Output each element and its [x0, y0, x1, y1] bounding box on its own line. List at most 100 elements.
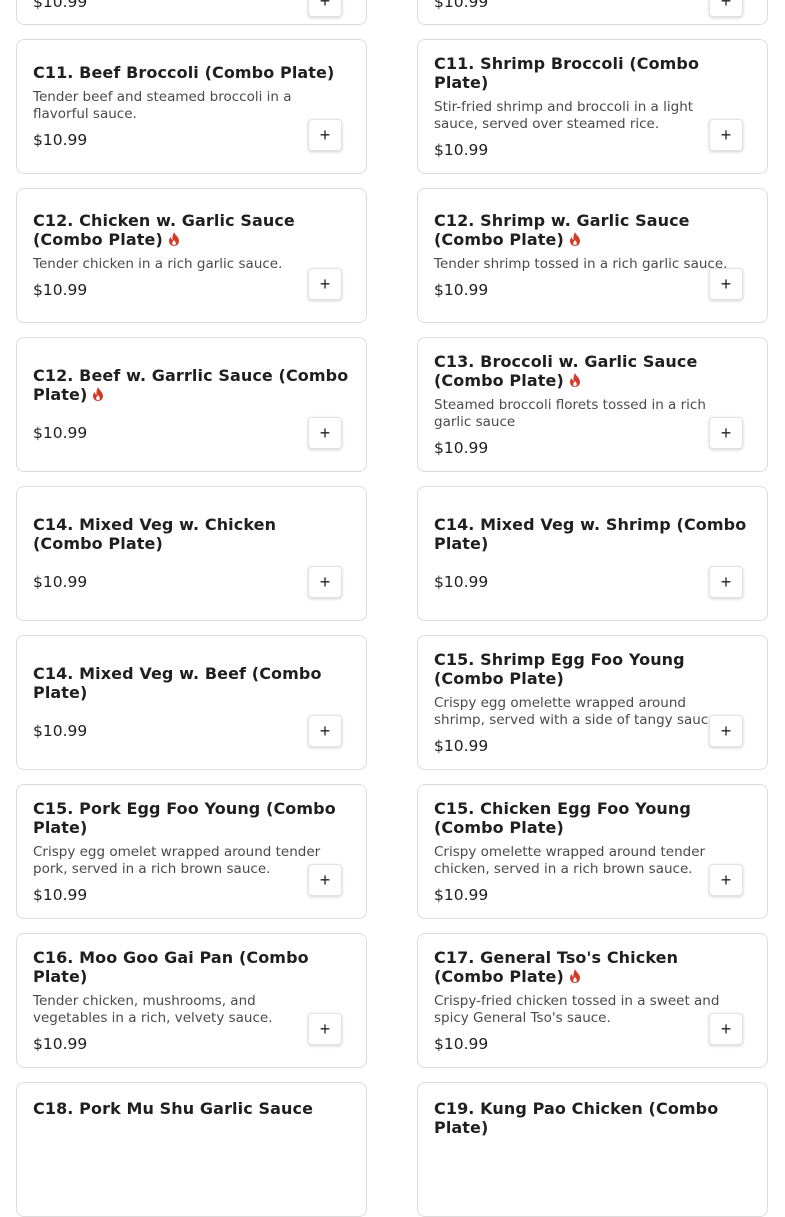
menu-item-name: C15. Chicken Egg Foo Young (Combo Plate) [434, 799, 751, 837]
menu-item-name-text: C14. Mixed Veg w. Chicken (Combo Plate) [33, 515, 277, 553]
flame-icon [569, 968, 580, 983]
menu-item-price: $10.99 [434, 736, 489, 755]
menu-item-description: Steamed broccoli florets tossed in a ric… [434, 396, 706, 430]
menu-item-card[interactable]: C14. Mixed Veg w. Beef (Combo Plate) $10.… [16, 635, 367, 770]
menu-item-name: C14. Mixed Veg w. Shrimp (Combo Plate) [434, 515, 751, 553]
menu-item-description: Tender chicken, mushrooms, and vegetable… [33, 992, 273, 1026]
menu-item-card[interactable]: C18. Pork Mu Shu Garlic Sauce [16, 1082, 367, 1217]
add-to-cart-button[interactable]: + [308, 1013, 342, 1045]
menu-item-description: Crispy-fried chicken tossed in a sweet a… [434, 992, 720, 1026]
menu-item-card[interactable]: C14. Mixed Veg w. Chicken (Combo Plate) $… [16, 486, 367, 621]
menu-item-card[interactable]: C12. Beef w. Garrlic Sauce (Combo Plate)… [16, 337, 367, 472]
menu-item-name-text: C15. Chicken Egg Foo Young (Combo Plate) [434, 798, 691, 837]
menu-item-name: C15. Pork Egg Foo Young (Combo Plate) [33, 799, 350, 837]
add-to-cart-button[interactable]: + [308, 864, 342, 896]
menu-item-content: C19. Kung Pao Chicken (Combo Plate) [434, 1083, 751, 1216]
add-to-cart-button[interactable]: + [308, 566, 342, 598]
menu-item-content: C14. Mixed Veg w. Beef (Combo Plate) $10.… [33, 636, 350, 769]
add-to-cart-button[interactable]: + [709, 715, 743, 747]
add-to-cart-button[interactable]: + [709, 1013, 743, 1045]
menu-item-price: $10.99 [434, 281, 489, 299]
add-to-cart-button[interactable]: + [709, 864, 743, 896]
menu-item-card[interactable]: C15. Shrimp Egg Foo Young (Combo Plate) C… [417, 635, 768, 770]
menu-item-name-text: C14. Mixed Veg w. Shrimp (Combo Plate) [434, 515, 747, 553]
menu-item-content: C14. Mixed Veg w. Shrimp (Combo Plate) $1… [434, 487, 751, 620]
add-to-cart-button[interactable]: + [308, 0, 342, 17]
menu-item-content: C15. Pork Egg Foo Young (Combo Plate) Cri… [33, 785, 350, 918]
menu-item-name: C11. Shrimp Broccoli (Combo Plate) [434, 54, 751, 92]
menu-item-description: Tender shrimp tossed in a rich garlic sa… [434, 256, 728, 272]
menu-item-description: Tender beef and steamed broccoli in a fl… [33, 89, 292, 122]
add-to-cart-button[interactable]: + [709, 566, 743, 598]
menu-item-name: C12. Shrimp w. Garlic Sauce (Combo Plate… [434, 211, 751, 249]
menu-item-name-text: C12. Beef w. Garrlic Sauce (Combo Plate) [33, 366, 349, 404]
menu-item-name: C17. General Tso's Chicken (Combo Plate) [434, 948, 751, 986]
menu-item-name-text: C14. Mixed Veg w. Beef (Combo Plate) [33, 664, 322, 702]
flame-icon [168, 232, 179, 246]
add-to-cart-button[interactable]: + [709, 268, 743, 300]
menu-item-card[interactable]: C12. Chicken w. Garlic Sauce (Combo Plat… [16, 188, 367, 323]
menu-item-card[interactable]: C11. Shrimp Broccoli (Combo Plate) Stir-f… [417, 39, 768, 174]
menu-item-card[interactable]: $10.99 + [16, 0, 367, 25]
menu-item-name-text: C16. Moo Goo Gai Pan (Combo Plate) [33, 947, 309, 986]
menu-item-card[interactable]: C17. General Tso's Chicken (Combo Plate)… [417, 933, 768, 1068]
menu-item-content: $10.99 [434, 0, 751, 24]
menu-item-name: C13. Broccoli w. Garlic Sauce (Combo Pla… [434, 352, 751, 390]
menu-item-name-text: C19. Kung Pao Chicken (Combo Plate) [434, 1099, 719, 1137]
menu-item-price: $10.99 [33, 722, 88, 740]
menu-item-content: C17. General Tso's Chicken (Combo Plate)… [434, 934, 751, 1067]
menu-item-content: C11. Shrimp Broccoli (Combo Plate) Stir-f… [434, 40, 751, 173]
menu-item-name-text: C15. Pork Egg Foo Young (Combo Plate) [33, 798, 336, 837]
add-to-cart-button[interactable]: + [308, 268, 342, 300]
menu-item-card[interactable]: C15. Chicken Egg Foo Young (Combo Plate)… [417, 784, 768, 919]
menu-item-content: $10.99 [33, 0, 350, 24]
menu-item-content: C12. Shrimp w. Garlic Sauce (Combo Plate… [434, 189, 751, 322]
menu-item-card[interactable]: C19. Kung Pao Chicken (Combo Plate) [417, 1082, 768, 1217]
menu-item-name-text: C15. Shrimp Egg Foo Young (Combo Plate) [434, 649, 685, 688]
add-to-cart-button[interactable]: + [709, 119, 743, 151]
menu-item-name: C16. Moo Goo Gai Pan (Combo Plate) [33, 948, 350, 986]
menu-item-name: C14. Mixed Veg w. Beef (Combo Plate) [33, 664, 350, 702]
menu-item-name-text: C13. Broccoli w. Garlic Sauce (Combo Pla… [434, 351, 698, 390]
menu-item-card[interactable]: C13. Broccoli w. Garlic Sauce (Combo Pla… [417, 337, 768, 472]
menu-item-price: $10.99 [434, 885, 489, 904]
menu-item-content: C12. Beef w. Garrlic Sauce (Combo Plate)… [33, 338, 350, 471]
menu-item-card[interactable]: C15. Pork Egg Foo Young (Combo Plate) Cri… [16, 784, 367, 919]
menu-item-card[interactable]: C11. Beef Broccoli (Combo Plate) Tender b… [16, 39, 367, 174]
menu-item-card[interactable]: C12. Shrimp w. Garlic Sauce (Combo Plate… [417, 188, 768, 323]
menu-item-content: C14. Mixed Veg w. Chicken (Combo Plate) $… [33, 487, 350, 620]
menu-item-name: C11. Beef Broccoli (Combo Plate) [33, 63, 350, 82]
menu-item-card[interactable]: $10.99 + [417, 0, 768, 25]
menu-item-name-text: C11. Beef Broccoli (Combo Plate) [33, 63, 335, 82]
flame-icon [93, 387, 104, 401]
menu-item-price: $10.99 [434, 140, 489, 159]
add-to-cart-button[interactable]: + [308, 417, 342, 449]
menu-item-price: $10.99 [33, 885, 88, 904]
flame-icon [569, 372, 580, 387]
menu-item-name: C15. Shrimp Egg Foo Young (Combo Plate) [434, 650, 751, 688]
menu-item-name-text: C11. Shrimp Broccoli (Combo Plate) [434, 53, 700, 92]
menu-item-price: $10.99 [434, 573, 489, 591]
menu-item-content: C12. Chicken w. Garlic Sauce (Combo Plat… [33, 189, 350, 322]
menu-item-content: C11. Beef Broccoli (Combo Plate) Tender b… [33, 40, 350, 173]
menu-item-description: Stir-fried shrimp and broccoli in a ligh… [434, 98, 694, 132]
menu-item-name: C14. Mixed Veg w. Chicken (Combo Plate) [33, 515, 350, 553]
menu-item-price: $10.99 [33, 573, 88, 591]
menu-item-content: C18. Pork Mu Shu Garlic Sauce [33, 1083, 350, 1216]
menu-item-name: C19. Kung Pao Chicken (Combo Plate) [434, 1099, 751, 1137]
menu-item-content: C13. Broccoli w. Garlic Sauce (Combo Pla… [434, 338, 751, 471]
menu-item-description: Crispy egg omelet wrapped around tender … [33, 843, 321, 877]
menu-item-price: $10.99 [434, 1034, 489, 1053]
menu-item-description: Tender chicken in a rich garlic sauce. [33, 256, 283, 272]
add-to-cart-button[interactable]: + [709, 0, 743, 17]
menu-item-content: C15. Shrimp Egg Foo Young (Combo Plate) C… [434, 636, 751, 769]
menu-item-name-text: C12. Chicken w. Garlic Sauce (Combo Plat… [33, 211, 295, 249]
menu-item-price: $10.99 [33, 0, 88, 11]
menu-item-card[interactable]: C16. Moo Goo Gai Pan (Combo Plate) Tender… [16, 933, 367, 1068]
menu-item-name: C18. Pork Mu Shu Garlic Sauce [33, 1099, 350, 1118]
add-to-cart-button[interactable]: + [308, 119, 342, 151]
add-to-cart-button[interactable]: + [709, 417, 743, 449]
menu-item-card[interactable]: C14. Mixed Veg w. Shrimp (Combo Plate) $1… [417, 486, 768, 621]
flame-icon [569, 232, 580, 246]
add-to-cart-button[interactable]: + [308, 715, 342, 747]
